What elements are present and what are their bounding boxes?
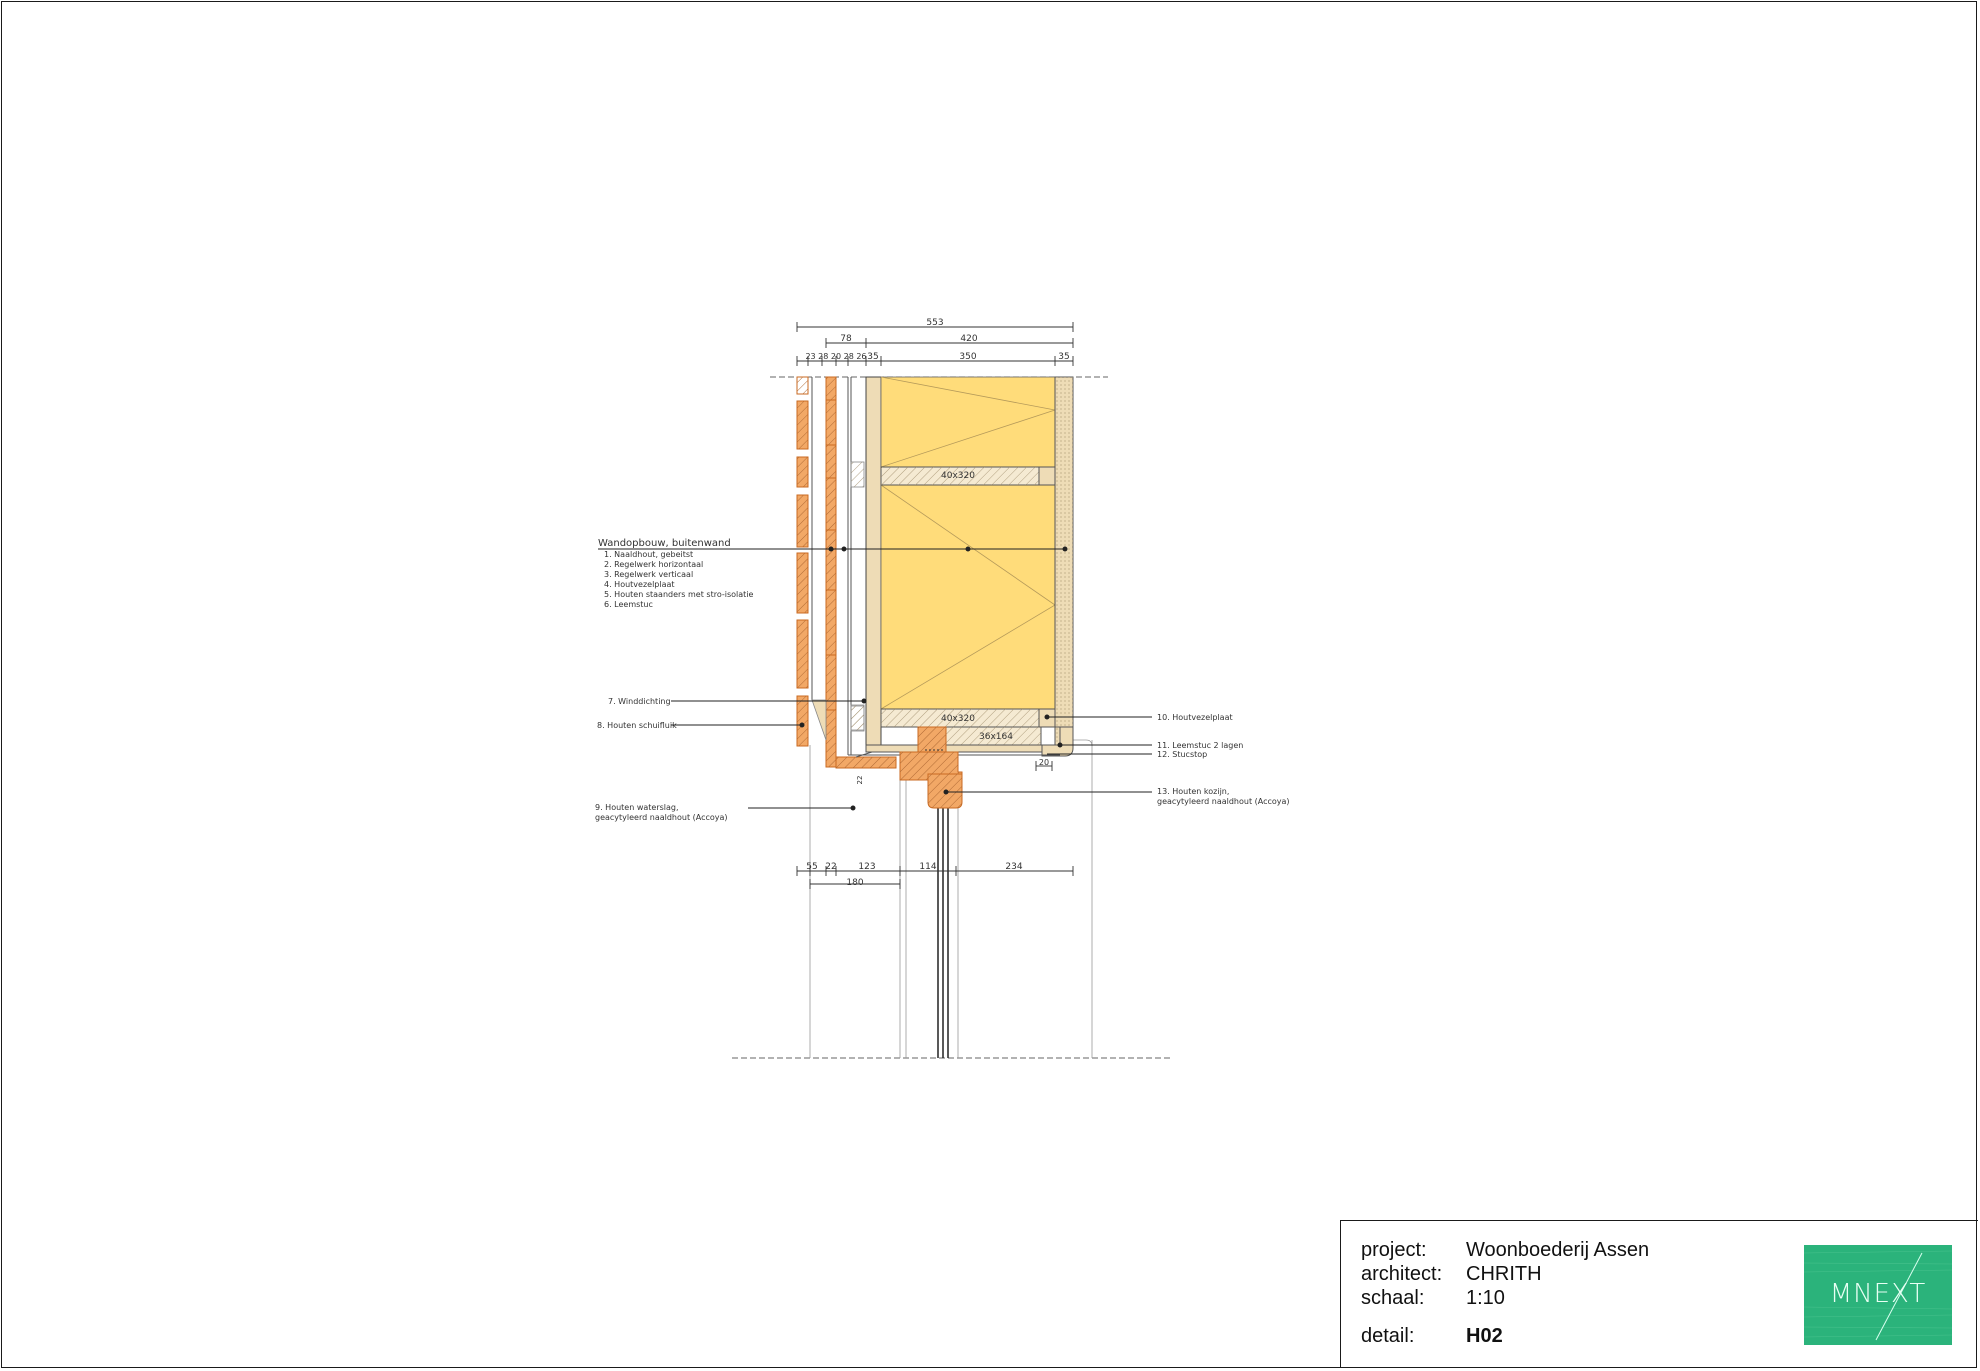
cladding-boards: [796, 376, 809, 747]
dim-180: 180: [846, 878, 863, 888]
wind-seal: [850, 704, 865, 731]
detail-label: detail:: [1361, 1325, 1415, 1347]
dim-350: 350: [959, 352, 976, 362]
architect-label: architect:: [1361, 1263, 1443, 1285]
dim-55: 55: [806, 862, 817, 872]
wall-legend-item-6: 6. Leemstuc: [604, 600, 653, 609]
wood-fibre-board: [865, 376, 882, 746]
architect-value: CHRITH: [1466, 1263, 1542, 1285]
dim-234: 234: [1005, 862, 1022, 872]
side-dim-label: 22: [856, 776, 864, 785]
beam-upper-label: 40x320: [941, 471, 975, 481]
dim-22: 22: [825, 862, 836, 872]
beam-lower-label: 40x320: [941, 714, 975, 724]
wall-legend-item-1: 1. Naaldhout, gebeitst: [604, 550, 693, 559]
dim-35-left: 35: [867, 352, 878, 362]
wall-legend-item-4: 4. Houtvezelplaat: [604, 580, 675, 589]
dim-35-right: 35: [1058, 352, 1069, 362]
callout-13-line2: geacytyleerd naaldhout (Accoya): [1157, 797, 1290, 806]
stucstop-dim-label: 20: [1039, 758, 1049, 767]
wall-legend: Wandopbouw, buitenwand 1. Naaldhout, geb…: [598, 538, 754, 609]
dim-123: 123: [858, 862, 875, 872]
bottom-lining: [865, 744, 1043, 753]
dim-78: 78: [840, 334, 852, 344]
shutter-bottom-fill: [811, 699, 827, 741]
callout-7: 7. Winddichting: [608, 697, 671, 706]
callout-9-line2: geacytyleerd naaldhout (Accoya): [595, 813, 728, 822]
section-drawing: 553 78 420 23 28 20 28 26 35 350 35 55 2…: [595, 318, 1290, 1059]
glazing: [937, 805, 949, 1058]
wall-legend-item-5: 5. Houten staanders met stro-isolatie: [604, 590, 754, 599]
straw-insulation-lower: [880, 484, 1056, 710]
dim-total: 553: [926, 318, 943, 328]
title-block: project: Woonboederij Assen architect: C…: [1340, 1220, 1978, 1368]
batten-block-1: [850, 461, 865, 488]
straw-insulation-upper: [880, 376, 1056, 468]
callout-10: 10. Houtvezelplaat: [1157, 713, 1233, 722]
water-slag-hatch: [836, 757, 896, 768]
callout-11: 11. Leemstuc 2 lagen: [1157, 741, 1243, 750]
callout-13-line1: 13. Houten kozijn,: [1157, 787, 1229, 796]
project-label: project:: [1361, 1239, 1427, 1261]
drawing-sheet: 553 78 420 23 28 20 28 26 35 350 35 55 2…: [0, 0, 1980, 1371]
scale-value: 1:10: [1466, 1287, 1505, 1309]
beam-upper-end: [1038, 466, 1056, 486]
callout-12: 12. Stucstop: [1157, 750, 1207, 759]
callout-9-line1: 9. Houten waterslag,: [595, 803, 679, 812]
dim-420: 420: [960, 334, 977, 344]
logo-text: MNEXT: [1829, 1279, 1927, 1309]
clay-plaster-texture: [1055, 377, 1073, 745]
dim-small-layers: 23 28 20 28 26: [805, 352, 866, 361]
wall-legend-item-3: 3. Regelwerk verticaal: [604, 570, 693, 579]
horizontal-battens: [825, 376, 837, 768]
sill-label: 36x164: [979, 732, 1013, 742]
project-value: Woonboederij Assen: [1466, 1239, 1650, 1261]
wall-legend-title: Wandopbouw, buitenwand: [598, 538, 731, 549]
dim-114: 114: [919, 862, 936, 872]
detail-value: H02: [1466, 1325, 1503, 1347]
scale-label: schaal:: [1361, 1287, 1425, 1309]
wall-legend-item-2: 2. Regelwerk horizontaal: [604, 560, 703, 569]
mnext-logo: MNEXT: [1804, 1245, 1952, 1345]
window-frame-top-hatch: [918, 727, 946, 752]
callout-8: 8. Houten schuifluik: [597, 721, 677, 730]
